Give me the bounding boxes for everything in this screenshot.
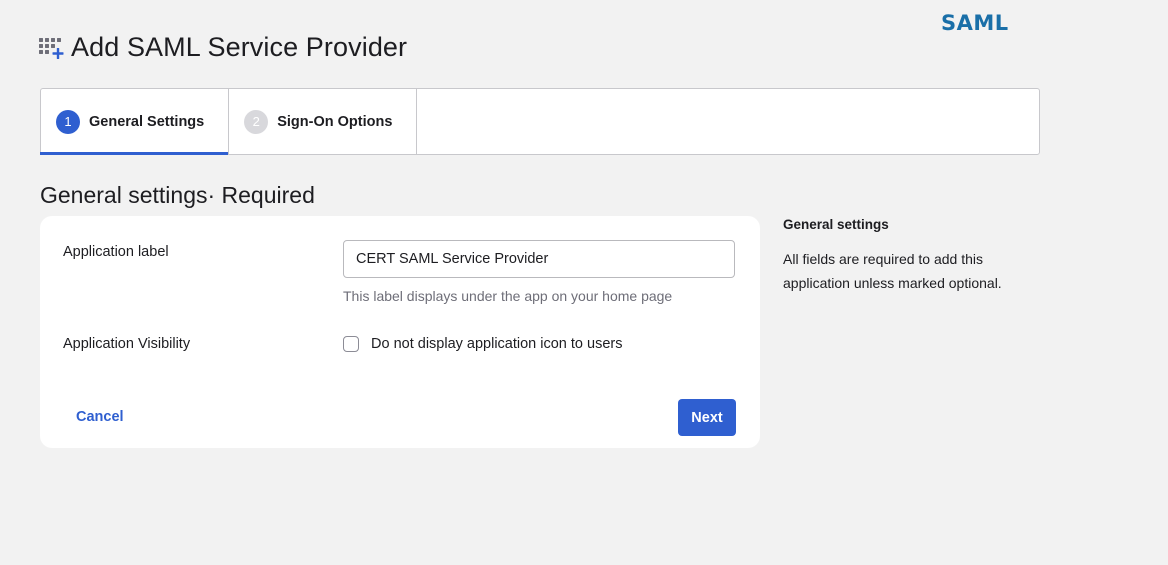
step-general-settings[interactable]: 1 General Settings (39, 89, 230, 155)
saml-logo: SAML (941, 11, 1009, 35)
hide-icon-checkbox-row[interactable]: Do not display application icon to users (343, 336, 622, 352)
application-visibility-label: Application Visibility (63, 336, 191, 352)
side-help-text: All fields are required to add this appl… (783, 251, 1002, 291)
step-label: Sign-On Options (277, 113, 393, 130)
application-label-label: Application label (63, 244, 169, 260)
general-settings-form: Application label This label displays un… (40, 216, 760, 448)
application-label-helper: This label displays under the app on you… (343, 288, 673, 304)
side-help-title: General settings (783, 217, 889, 232)
wizard-steps: 1 General Settings 2 Sign-On Options (39, 88, 1040, 155)
apps-add-icon (39, 35, 64, 60)
page-header: Add SAML Service Provider (39, 30, 407, 64)
step-sign-on-options[interactable]: 2 Sign-On Options (229, 89, 418, 154)
application-label-input[interactable] (343, 240, 735, 278)
next-button[interactable]: Next (678, 399, 736, 436)
hide-icon-checkbox-label[interactable]: Do not display application icon to users (371, 336, 622, 352)
page-title: Add SAML Service Provider (71, 32, 408, 62)
step-label: General Settings (89, 113, 205, 130)
step-number-badge: 2 (244, 109, 269, 134)
step-number-badge: 1 (56, 109, 80, 134)
section-title: General settings· Required (40, 182, 315, 208)
hide-icon-checkbox[interactable] (343, 336, 359, 352)
cancel-button[interactable]: Cancel (63, 399, 137, 435)
page: SAML Add SAML Service Provider 1 General… (0, 0, 1168, 565)
